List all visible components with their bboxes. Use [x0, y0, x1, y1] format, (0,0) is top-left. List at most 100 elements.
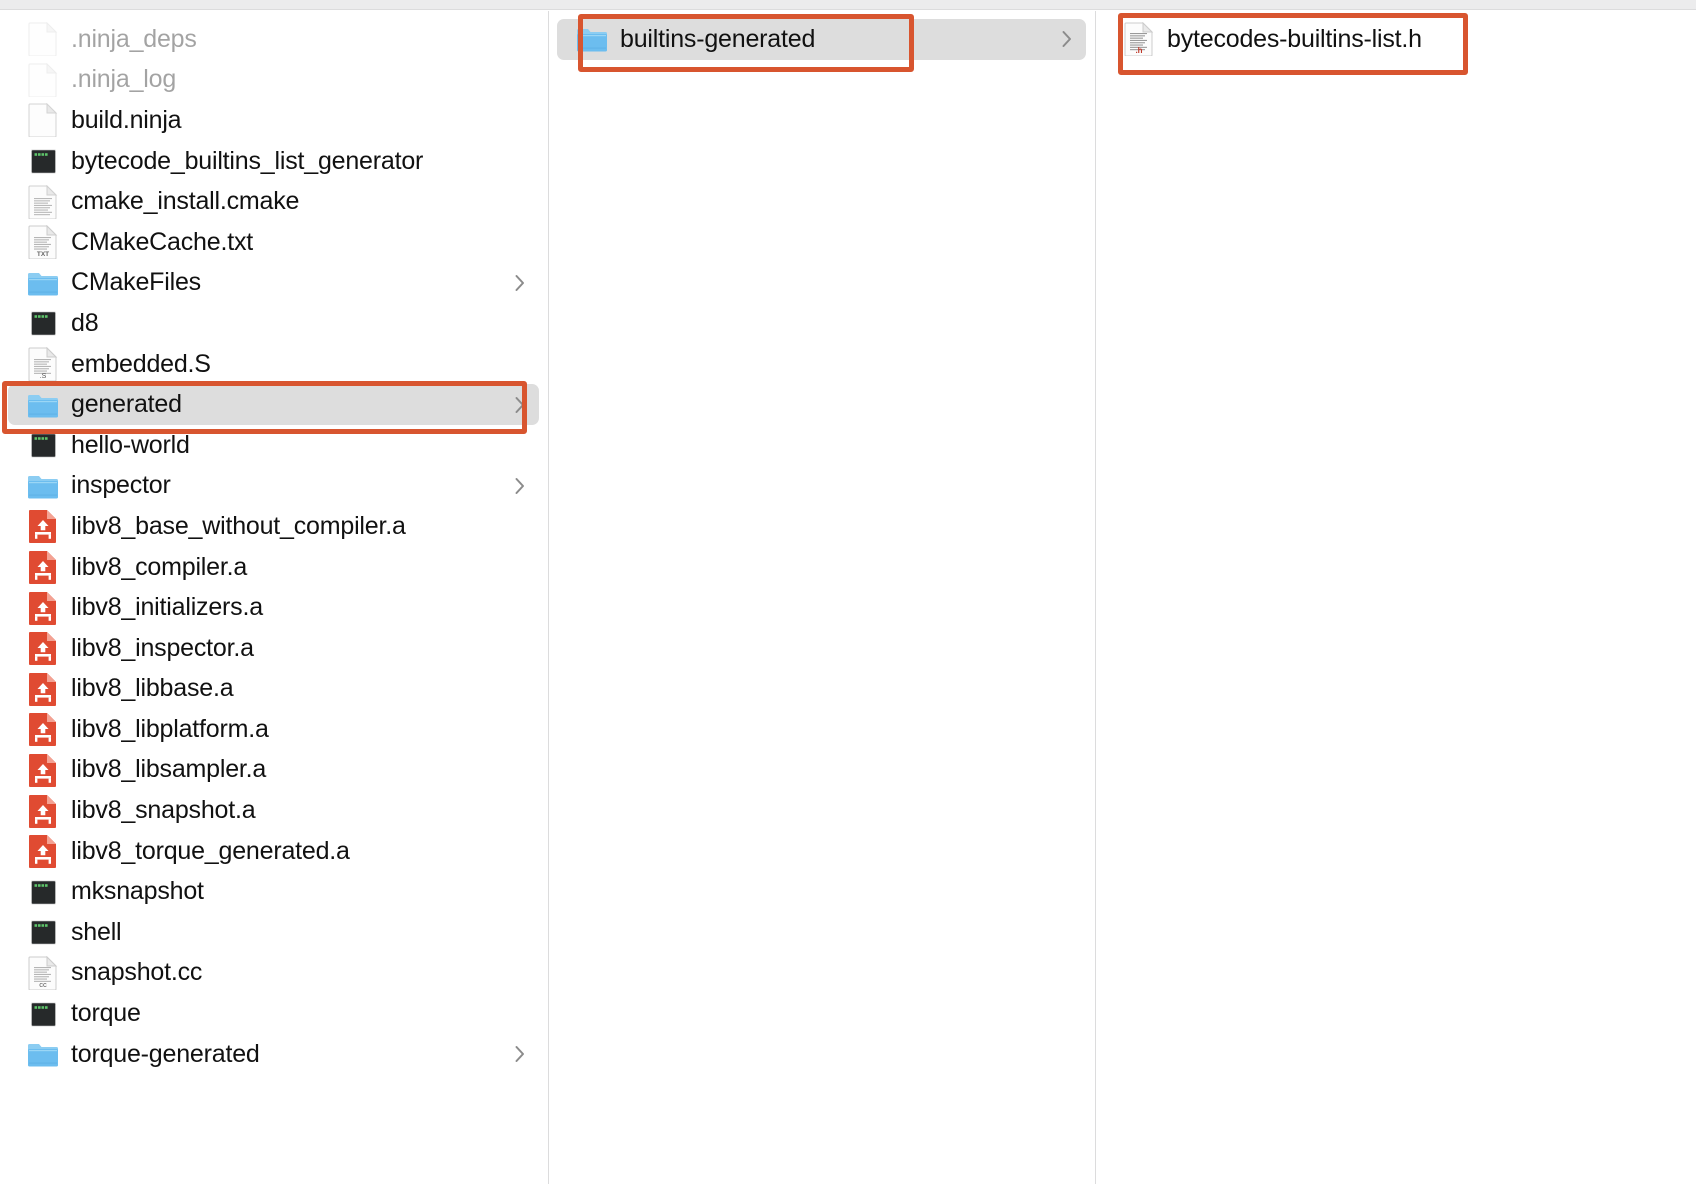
archive-icon: [28, 509, 58, 544]
chevron-right-icon: [1062, 31, 1072, 48]
file-row[interactable]: d8: [8, 303, 539, 344]
file-row[interactable]: generated: [8, 384, 539, 425]
chevron-right-icon: [515, 396, 525, 413]
file-row[interactable]: .S embedded.S: [8, 344, 539, 385]
archive-icon: [28, 591, 58, 625]
folder-icon: [28, 388, 58, 422]
file-row[interactable]: libv8_base_without_compiler.a: [8, 506, 539, 547]
file-name-label: build.ninja: [71, 105, 182, 134]
executable-icon: [28, 997, 58, 1031]
file-name-label: libv8_compiler.a: [71, 552, 248, 581]
file-row[interactable]: build.ninja: [8, 100, 539, 141]
file-row[interactable]: builtins-generated: [557, 19, 1086, 60]
file-row[interactable]: TXT CMakeCache.txt: [8, 222, 539, 263]
executable-icon: [28, 428, 58, 462]
folder-icon: [28, 469, 58, 503]
folder-icon: [28, 266, 58, 300]
file-name-label: cmake_install.cmake: [71, 187, 300, 216]
executable-icon: [28, 306, 58, 340]
file-row[interactable]: .ninja_log: [8, 60, 539, 101]
file-name-label: .ninja_deps: [71, 24, 197, 53]
generic-file-icon: [28, 62, 58, 97]
file-row[interactable]: torque: [8, 993, 539, 1034]
svg-text:.S: .S: [40, 373, 47, 380]
file-name-label: generated: [71, 390, 182, 419]
text-document-icon: [28, 184, 58, 219]
file-name-label: bytecode_builtins_list_generator: [71, 146, 424, 175]
file-row[interactable]: libv8_compiler.a: [8, 547, 539, 588]
asm-document-icon: .S: [28, 347, 58, 382]
chevron-right-icon: [515, 1046, 525, 1063]
file-row[interactable]: libv8_torque_generated.a: [8, 831, 539, 872]
file-name-label: CMakeFiles: [71, 268, 201, 297]
svg-text:TXT: TXT: [37, 251, 49, 258]
file-row[interactable]: mksnapshot: [8, 871, 539, 912]
chevron-right-icon: [515, 274, 525, 291]
file-name-label: hello-world: [71, 430, 190, 459]
folder-icon: [577, 22, 607, 56]
file-row[interactable]: libv8_libplatform.a: [8, 709, 539, 750]
file-row[interactable]: libv8_libsampler.a: [8, 750, 539, 791]
file-name-label: libv8_libbase.a: [71, 674, 234, 703]
archive-icon: [28, 631, 58, 666]
svg-text:cc: cc: [39, 980, 47, 989]
finder-column-3-list: .h bytecodes-builtins-list.h: [1096, 11, 1696, 60]
finder-column-2[interactable]: builtins-generated: [548, 11, 1094, 1184]
file-row[interactable]: cmake_install.cmake: [8, 181, 539, 222]
finder-column-3[interactable]: .h bytecodes-builtins-list.h: [1095, 11, 1696, 1184]
file-row[interactable]: bytecode_builtins_list_generator: [8, 141, 539, 182]
file-name-label: snapshot.cc: [71, 958, 203, 987]
window-top-chrome: [0, 0, 1696, 10]
finder-column-1-list: .ninja_deps .ninja_log build.ninja bytec…: [0, 11, 547, 1074]
file-name-label: torque-generated: [71, 1039, 260, 1068]
executable-icon: [28, 915, 58, 949]
file-name-label: CMakeCache.txt: [71, 227, 253, 256]
file-name-label: builtins-generated: [620, 24, 816, 53]
file-row[interactable]: .h bytecodes-builtins-list.h: [1104, 19, 1688, 60]
archive-icon: [28, 672, 58, 706]
file-name-label: mksnapshot: [71, 877, 204, 906]
executable-icon: [28, 875, 58, 909]
file-row[interactable]: libv8_inspector.a: [8, 628, 539, 669]
file-name-label: torque: [71, 999, 141, 1028]
folder-icon: [28, 1037, 58, 1071]
file-row[interactable]: libv8_initializers.a: [8, 587, 539, 628]
file-name-label: libv8_libplatform.a: [71, 714, 269, 743]
file-name-label: libv8_libsampler.a: [71, 755, 267, 784]
file-name-label: embedded.S: [71, 349, 211, 378]
archive-icon: [28, 550, 58, 585]
file-row[interactable]: inspector: [8, 466, 539, 507]
file-row[interactable]: cc snapshot.cc: [8, 953, 539, 994]
file-row[interactable]: torque-generated: [8, 1034, 539, 1075]
file-row[interactable]: libv8_snapshot.a: [8, 790, 539, 831]
file-name-label: d8: [71, 308, 99, 337]
finder-column-view: .ninja_deps .ninja_log build.ninja bytec…: [0, 0, 1696, 1184]
archive-icon: [28, 834, 58, 869]
chevron-right-icon: [515, 477, 525, 494]
h-header-document-icon: .h: [1124, 22, 1154, 57]
generic-file-icon: [28, 103, 58, 138]
file-name-label: bytecodes-builtins-list.h: [1167, 24, 1422, 53]
file-row[interactable]: shell: [8, 912, 539, 953]
executable-icon: [28, 144, 58, 178]
file-row[interactable]: libv8_libbase.a: [8, 669, 539, 710]
finder-column-2-list: builtins-generated: [549, 11, 1094, 60]
file-name-label: inspector: [71, 471, 171, 500]
file-row[interactable]: .ninja_deps: [8, 19, 539, 60]
svg-text:.h: .h: [1135, 46, 1142, 55]
cc-document-icon: cc: [28, 955, 58, 990]
file-name-label: libv8_inspector.a: [71, 633, 254, 662]
txt-document-icon: TXT: [28, 225, 58, 260]
file-row[interactable]: hello-world: [8, 425, 539, 466]
generic-file-icon: [28, 22, 58, 57]
file-name-label: .ninja_log: [71, 65, 177, 94]
finder-column-1[interactable]: .ninja_deps .ninja_log build.ninja bytec…: [0, 11, 547, 1184]
archive-icon: [28, 753, 58, 787]
file-row[interactable]: CMakeFiles: [8, 263, 539, 304]
archive-icon: [28, 712, 58, 747]
file-name-label: libv8_snapshot.a: [71, 796, 256, 825]
file-name-label: libv8_initializers.a: [71, 593, 263, 622]
file-name-label: libv8_base_without_compiler.a: [71, 511, 406, 540]
file-name-label: libv8_torque_generated.a: [71, 836, 350, 865]
archive-icon: [28, 794, 58, 828]
